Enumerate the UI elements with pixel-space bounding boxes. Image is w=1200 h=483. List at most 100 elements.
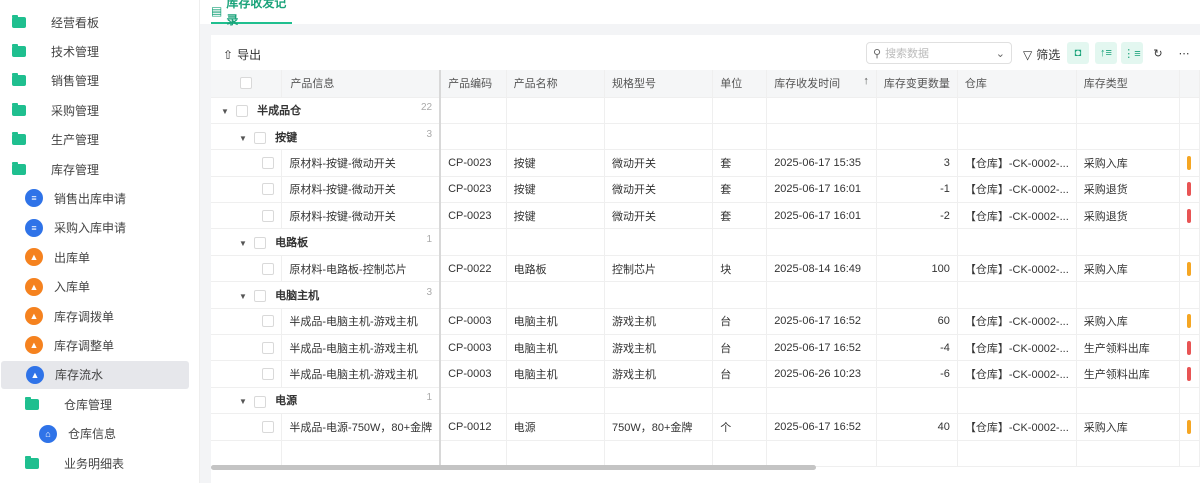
sidebar-item[interactable]: 销售管理 [0,67,190,95]
table-cell: 采购入库 [1076,413,1181,441]
form-icon: ▲ [25,307,43,325]
table-cell: 2025-06-17 15:35 [766,149,877,177]
sidebar-item[interactable]: ▲ 库存调拨单 [0,302,190,330]
sidebar-item[interactable]: 经营看板 [0,8,190,36]
row-checkbox[interactable] [262,420,274,433]
collapse-caret-icon[interactable]: ▼ [221,107,233,116]
sidebar-item[interactable]: ▲ 出库单 [0,243,190,271]
table-cell: 微动开关 [604,176,714,204]
group-button[interactable]: ⋮≡ [1121,42,1143,64]
table-cell: 采购入库 [1076,308,1181,336]
table-cell: 按键 [506,202,606,230]
group-row[interactable]: ▼ 电路板 1 [211,228,1200,256]
status-tag [1187,155,1192,170]
row-checkbox[interactable] [262,157,274,170]
table-cell: 生产领料出库 [1076,334,1181,362]
form-icon: ▲ [26,365,44,384]
sidebar-item[interactable]: ≡ 销售出库申请 [0,184,190,212]
refresh-button[interactable]: ↻ [1147,42,1169,64]
sidebar-item[interactable]: 采购管理 [0,96,190,124]
row-checkbox[interactable] [254,290,267,303]
table-row[interactable]: 半成品-电脑主机-游戏主机 CP-0003 电脑主机 游戏主机台 2025-06-17 … [211,308,1200,336]
row-checkbox[interactable] [262,209,274,222]
collapse-caret-icon[interactable]: ▼ [239,134,251,143]
folder-open-icon [25,396,39,410]
table-cell: CP-0022 [440,255,507,283]
row-checkbox[interactable] [262,368,274,381]
table-cell: 个 [712,413,768,441]
group-row[interactable]: ▼ 半成品仓 22 [211,97,1200,124]
sidebar-item[interactable]: ▲ 入库单 [0,273,190,301]
column-header[interactable]: 仓库 [957,70,1077,98]
table-row[interactable]: 原材料-按键-微动开关 CP-0023 按键 微动开关套 2025-06-17 15:3… [211,149,1200,177]
search-input[interactable]: ⚲ 搜索数据 ⌄ [866,42,1012,64]
view-button[interactable]: ◘ [1067,42,1089,64]
table-row[interactable]: 半成品-电脑主机-游戏主机 CP-0003 电脑主机 游戏主机台 2025-06-26 … [211,360,1200,388]
table-row[interactable]: 原材料-按键-微动开关 CP-0023 按键 微动开关套 2025-06-17 16:0… [211,202,1200,230]
group-row[interactable]: ▼ 电源 1 [211,387,1200,415]
sidebar-item[interactable]: ▲ 库存流水 [1,360,189,389]
horizontal-scrollbar[interactable] [211,465,816,470]
table-cell: 电脑主机 [506,334,606,362]
table-cell: 原材料-电路板-控制芯片 [281,255,442,283]
column-header [1179,70,1200,98]
table-row[interactable]: 原材料-电路板-控制芯片 CP-0022 电路板 控制芯片块 2025-08-14 16… [211,255,1200,283]
table-cell: 采购入库 [1076,255,1181,283]
table-cell: 半成品-电脑主机-游戏主机 [281,308,442,336]
collapse-caret-icon[interactable]: ▼ [239,292,251,301]
table-header: 产品信息 产品编码 产品名称 规格型号 单位 库存收发时间 ↑ 库存变更数量 仓库 库存类型 [211,70,1200,98]
table-cell: 台 [712,334,768,362]
table-row[interactable]: 原材料-按键-微动开关 CP-0023 按键 微动开关套 2025-06-17 16:0… [211,176,1200,204]
column-header[interactable]: 库存收发时间 ↑ [766,70,877,98]
column-header[interactable]: 库存变更数量 [876,70,958,98]
export-button[interactable]: ⇧ 导出 [223,46,261,63]
sort-button[interactable]: ↑≡ [1095,42,1117,64]
more-button[interactable]: ⋯ [1173,42,1195,64]
table-row[interactable]: 半成品-电脑主机-游戏主机 CP-0003 电脑主机 游戏主机台 2025-06-17 … [211,334,1200,362]
row-checkbox[interactable] [262,341,274,354]
row-checkbox[interactable] [236,105,249,118]
column-header[interactable]: 库存类型 [1076,70,1181,98]
sidebar-item[interactable]: ≡ 采购入库申请 [0,214,190,242]
table-cell: 【仓库】-CK-0002-... [957,360,1077,388]
group-row[interactable]: ▼ 电脑主机 3 [211,281,1200,309]
status-tag [1187,367,1192,382]
column-header[interactable]: 产品编码 [440,70,507,98]
column-header[interactable]: 产品名称 [506,70,606,98]
sidebar-item[interactable]: 生产管理 [0,126,190,154]
form-icon: ▲ [25,336,43,355]
collapse-caret-icon[interactable]: ▼ [239,239,251,248]
table-cell: 套 [712,149,768,177]
tab-inventory-records[interactable]: ▤ 库存收发记录 [211,0,292,27]
row-checkbox[interactable] [254,131,267,144]
table-cell: CP-0012 [440,413,507,441]
sidebar-item[interactable]: 仓库管理 [0,390,190,418]
sidebar-item[interactable]: 库存管理 [0,155,190,183]
folder-icon [25,455,39,469]
table-row[interactable]: 半成品-电源-750W，80+金牌 CP-0012 电源 750W，80+金牌个 202… [211,413,1200,441]
collapse-caret-icon[interactable]: ▼ [239,397,251,406]
row-checkbox[interactable] [254,237,267,250]
row-checkbox[interactable] [262,183,274,196]
sidebar-item[interactable]: ▲ 库存调整单 [0,331,190,359]
sidebar-item[interactable]: 业务明细表 [0,449,190,477]
row-checkbox[interactable] [254,395,267,408]
table-cell: 750W，80+金牌 [604,413,714,441]
upload-icon: ⇧ [223,47,234,62]
column-header[interactable]: 单位 [712,70,768,98]
table-cell: 按键 [506,149,606,177]
filter-button[interactable]: ▽ 筛选 [1023,46,1060,63]
row-checkbox[interactable] [262,315,274,328]
group-row[interactable]: ▼ 按键 3 [211,123,1200,151]
table-cell: 2025-06-17 16:01 [766,202,877,230]
row-checkbox[interactable] [262,262,274,275]
select-all-checkbox[interactable] [240,77,253,90]
table-cell: 套 [712,202,768,230]
chevron-down-icon: ⌄ [995,47,1005,60]
form-icon: ▲ [25,277,43,296]
column-header[interactable]: 规格型号 [604,70,714,98]
column-header[interactable]: 产品信息 [281,70,442,98]
sidebar-item[interactable]: ⌂ 仓库信息 [0,420,190,448]
sidebar-item[interactable]: 技术管理 [0,37,190,65]
table-cell: -4 [876,334,958,362]
